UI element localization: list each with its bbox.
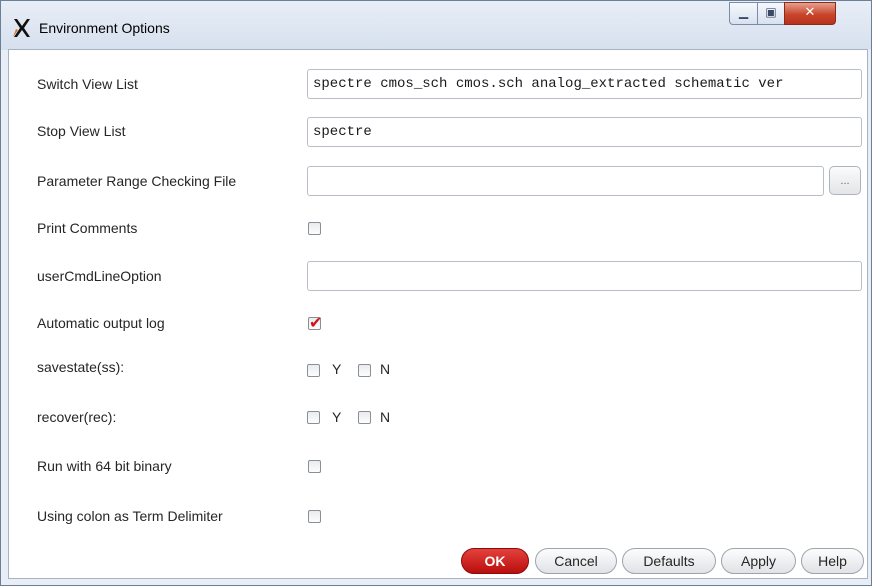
user-cmd-line-option-field[interactable] — [307, 261, 862, 291]
savestate-label: savestate(ss): — [37, 359, 125, 375]
browse-button[interactable]: ... — [829, 166, 861, 195]
title-bar[interactable]: Environment Options ▁ ▣ ✕ — [1, 1, 871, 50]
stop-view-list-label: Stop View List — [37, 123, 126, 139]
cancel-button[interactable]: Cancel — [535, 548, 617, 574]
minimize-icon: ▁ — [738, 5, 749, 19]
automatic-output-log-label: Automatic output log — [37, 315, 165, 331]
automatic-output-log-checkbox[interactable]: ✔ — [308, 313, 322, 332]
maximize-icon: ▣ — [765, 5, 777, 19]
savestate-y-checkbox[interactable] — [307, 364, 320, 377]
ok-button[interactable]: OK — [461, 548, 529, 574]
savestate-n-checkbox[interactable] — [358, 364, 371, 377]
param-range-file-field[interactable] — [307, 166, 824, 196]
savestate-y-label: Y — [332, 361, 342, 377]
recover-n-checkbox[interactable] — [358, 411, 371, 424]
print-comments-checkbox[interactable] — [308, 222, 321, 235]
recover-y-label: Y — [332, 409, 342, 425]
checkmark-icon: ✔ — [309, 313, 323, 332]
window-title: Environment Options — [39, 20, 170, 36]
apply-button[interactable]: Apply — [721, 548, 796, 574]
user-cmd-line-option-label: userCmdLineOption — [37, 268, 162, 284]
param-range-file-label: Parameter Range Checking File — [37, 173, 237, 189]
close-icon: ✕ — [804, 5, 816, 20]
recover-n-label: N — [380, 409, 391, 425]
minimize-button[interactable]: ▁ — [729, 2, 758, 25]
switch-view-list-label: Switch View List — [37, 76, 138, 92]
run-64bit-label: Run with 64 bit binary — [37, 458, 172, 474]
savestate-n-label: N — [380, 361, 391, 377]
close-button[interactable]: ✕ — [784, 2, 836, 25]
window-border — [868, 49, 870, 584]
defaults-button[interactable]: Defaults — [622, 548, 716, 574]
print-comments-label: Print Comments — [37, 220, 138, 236]
recover-label: recover(rec): — [37, 409, 117, 425]
stop-view-list-field[interactable]: spectre — [307, 117, 862, 147]
run-64bit-checkbox[interactable] — [308, 460, 321, 473]
recover-y-checkbox[interactable] — [307, 411, 320, 424]
colon-term-delimiter-label: Using colon as Term Delimiter — [37, 508, 223, 524]
help-button[interactable]: Help — [801, 548, 864, 574]
switch-view-list-field[interactable]: spectre cmos_sch cmos.sch analog_extract… — [307, 69, 862, 99]
maximize-button[interactable]: ▣ — [757, 2, 785, 25]
x-logo-icon — [13, 19, 30, 37]
colon-term-delimiter-checkbox[interactable] — [308, 510, 321, 523]
